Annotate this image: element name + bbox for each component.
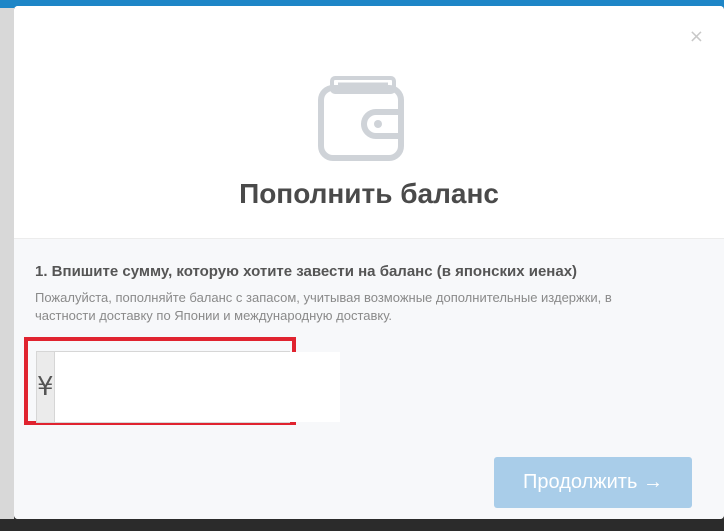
- modal-body: 1. Впишите сумму, которую хотите завести…: [14, 238, 724, 519]
- step-label: 1. Впишите сумму, которую хотите завести…: [35, 263, 578, 280]
- modal-header: × Пополнить баланс: [14, 6, 724, 238]
- modal-title: Пополнить баланс: [239, 178, 499, 209]
- amount-input-group: ¥: [36, 351, 340, 423]
- close-icon[interactable]: ×: [689, 28, 704, 46]
- continue-button[interactable]: Продолжить →: [494, 457, 692, 508]
- wallet-icon: [318, 76, 404, 161]
- background-page-edge: [0, 8, 14, 531]
- amount-input[interactable]: [54, 352, 340, 422]
- yen-currency-icon: ¥: [37, 352, 55, 422]
- hint-text: Пожалуйста, пополняйте баланс с запасом,…: [35, 290, 612, 323]
- background-page-bottom: [0, 519, 724, 531]
- top-up-balance-modal: × Пополнить баланс 1. Впишите сумму, кот…: [14, 6, 724, 519]
